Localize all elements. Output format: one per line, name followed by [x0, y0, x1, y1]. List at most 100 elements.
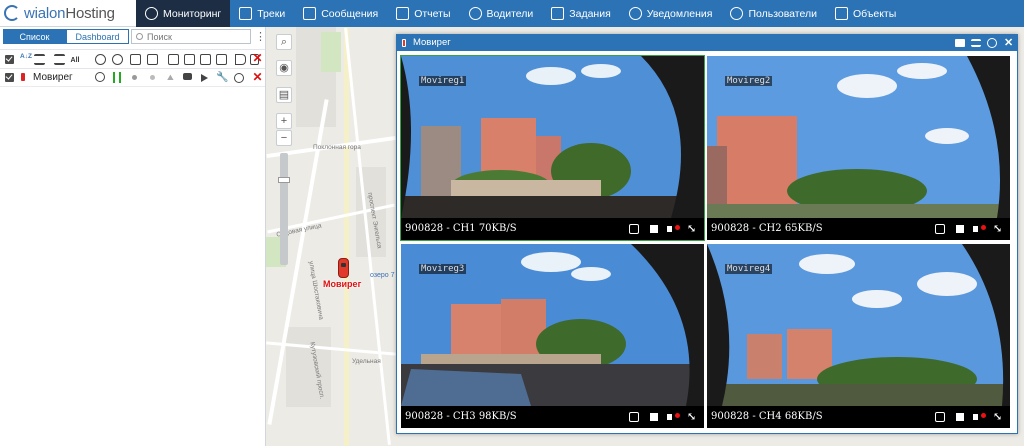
- unit-timer-icon[interactable]: [234, 73, 244, 83]
- zoom-slider-handle[interactable]: [278, 177, 290, 183]
- zoom-slider[interactable]: [280, 153, 288, 265]
- search-icon: [136, 33, 143, 40]
- stop-icon[interactable]: [956, 225, 964, 233]
- app-logo[interactable]: wialonHosting: [4, 3, 134, 23]
- stop-icon[interactable]: [956, 413, 964, 421]
- map-layers-icon[interactable]: ▤: [276, 87, 292, 103]
- list-toolbar: A↓Z All: [0, 49, 265, 69]
- camera-status-bar: 900828 - CH3 98KB/S ⤡: [401, 406, 704, 428]
- map-search-icon[interactable]: ⌕: [276, 34, 292, 50]
- image-icon[interactable]: [168, 54, 179, 65]
- close-icon[interactable]: ✕: [1004, 36, 1013, 49]
- connection-status-icon: [132, 75, 137, 80]
- camera-status-bar: 900828 - CH1 70KB/S ⤡: [401, 218, 704, 240]
- zoom-in-button[interactable]: +: [276, 113, 292, 129]
- nav-label: Мониторинг: [163, 7, 222, 20]
- camera-overlay-label: Movireg4: [725, 264, 773, 274]
- snapshot-camera-icon[interactable]: [935, 224, 945, 234]
- camera-status-bar: 900828 - CH2 65KB/S ⤡: [707, 218, 1010, 240]
- map-park: [321, 32, 341, 72]
- fullscreen-icon[interactable]: ⤡: [993, 223, 1003, 234]
- play-icon[interactable]: [201, 74, 208, 82]
- street-label: улица Шостаковича: [307, 260, 325, 321]
- video-camera-icon[interactable]: [183, 73, 192, 80]
- remove-unit-icon[interactable]: ✕: [252, 71, 263, 83]
- camera-overlay-label: Movireg1: [419, 76, 467, 86]
- stop-icon[interactable]: [650, 225, 658, 233]
- unit-wrench-icon[interactable]: 🔧: [216, 72, 228, 83]
- camera-tile-ch4[interactable]: Movireg4 900828 - CH4 68KB/S ⤡: [707, 244, 1010, 428]
- zoom-out-button[interactable]: −: [276, 130, 292, 146]
- camera-tile-ch1[interactable]: Movireg1 900828 - CH1 70KB/S ⤡: [400, 55, 705, 241]
- street-label: Поклонная гора: [313, 144, 361, 151]
- nav-notifications[interactable]: Уведомления: [620, 0, 722, 27]
- camera-feed[interactable]: Movireg1: [401, 56, 704, 218]
- add-items-icon[interactable]: [54, 54, 65, 65]
- snapshot-camera-icon[interactable]: [629, 224, 639, 234]
- video-play-icon[interactable]: [200, 54, 211, 65]
- globe-icon[interactable]: [987, 38, 997, 48]
- add-all-icon[interactable]: All: [68, 55, 82, 66]
- nav-users[interactable]: Пользователи: [721, 0, 826, 27]
- camera-grid: Movireg1 900828 - CH1 70KB/S ⤡ Movireg2 …: [400, 55, 1013, 428]
- unit-checkbox[interactable]: [5, 73, 14, 82]
- video-camera-icon[interactable]: [955, 39, 965, 47]
- fullscreen-icon[interactable]: ⤡: [687, 223, 697, 234]
- nav-messages[interactable]: Сообщения: [294, 0, 387, 27]
- logo-suffix: Hosting: [65, 4, 115, 22]
- video-window-title: Мовирег: [413, 37, 451, 48]
- camera-overlay-label: Movireg3: [419, 264, 467, 274]
- wrench-icon[interactable]: [235, 54, 246, 65]
- snapshot-camera-icon[interactable]: [629, 412, 639, 422]
- video-window-header[interactable]: Мовирег ✕: [397, 35, 1017, 51]
- tab-dashboard[interactable]: Dashboard: [66, 29, 129, 44]
- camera-feed[interactable]: Movireg4: [707, 244, 1010, 406]
- nav-jobs[interactable]: Задания: [542, 0, 620, 27]
- stop-icon[interactable]: [650, 413, 658, 421]
- nav-units[interactable]: Объекты: [826, 0, 905, 27]
- wialon-logo-icon: [4, 5, 20, 21]
- list-view-icon[interactable]: [34, 54, 45, 65]
- tab-list[interactable]: Список: [3, 29, 66, 44]
- map-visibility-eye-icon[interactable]: ◉: [276, 60, 292, 76]
- camera-tile-ch2[interactable]: Movireg2 900828 - CH2 65KB/S ⤡: [707, 56, 1010, 240]
- nav-monitoring[interactable]: Мониторинг: [136, 0, 231, 27]
- audio-muted-icon[interactable]: [973, 225, 986, 232]
- camera-feed[interactable]: Movireg3: [401, 244, 704, 406]
- audio-muted-icon[interactable]: [667, 413, 680, 420]
- unit-map-marker-icon[interactable]: [338, 258, 349, 278]
- nav-tracks[interactable]: Треки: [230, 0, 294, 27]
- audio-muted-icon[interactable]: [667, 225, 680, 232]
- fullscreen-icon[interactable]: ⤡: [993, 411, 1003, 422]
- remove-all-icon[interactable]: ✕: [252, 52, 263, 64]
- sort-az-icon[interactable]: A↓Z: [19, 53, 33, 64]
- camera-feed[interactable]: Movireg2: [707, 56, 1010, 218]
- audio-muted-icon[interactable]: [973, 413, 986, 420]
- unit-map-label[interactable]: Мовирег: [323, 279, 361, 289]
- camera-caption: 900828 - CH3 98KB/S: [405, 411, 517, 422]
- fullscreen-icon[interactable]: ⤡: [687, 411, 697, 422]
- list-icon[interactable]: [971, 39, 981, 47]
- unit-name[interactable]: Мовирег: [33, 72, 73, 83]
- select-all-checkbox[interactable]: [5, 55, 14, 64]
- nav-reports[interactable]: Отчеты: [387, 0, 459, 27]
- commands-icon[interactable]: [216, 54, 227, 65]
- snapshot-camera-icon[interactable]: [935, 412, 945, 422]
- search-box[interactable]: [131, 29, 251, 44]
- info-panel-icon[interactable]: [147, 54, 158, 65]
- more-menu-icon[interactable]: ⋮: [255, 30, 266, 44]
- connection-icon[interactable]: [112, 54, 123, 65]
- monitoring-globe-icon: [145, 7, 158, 20]
- nav-drivers[interactable]: Водители: [460, 0, 543, 27]
- unit-car-icon: [402, 39, 406, 47]
- sensors-icon[interactable]: [184, 54, 195, 65]
- engine-icon[interactable]: [130, 54, 141, 65]
- camera-tile-ch3[interactable]: Movireg3 900828 - CH3 98KB/S ⤡: [401, 244, 704, 428]
- locate-unit-icon[interactable]: [95, 72, 105, 82]
- locate-target-icon[interactable]: [95, 54, 106, 65]
- nav-label: Задания: [569, 7, 611, 20]
- unit-list-item[interactable]: Мовирег ⛰ 🔧 ✕: [0, 69, 265, 87]
- lake-label: озеро 7: [370, 272, 395, 279]
- search-input[interactable]: [147, 31, 242, 42]
- camera-caption: 900828 - CH2 65KB/S: [711, 223, 823, 234]
